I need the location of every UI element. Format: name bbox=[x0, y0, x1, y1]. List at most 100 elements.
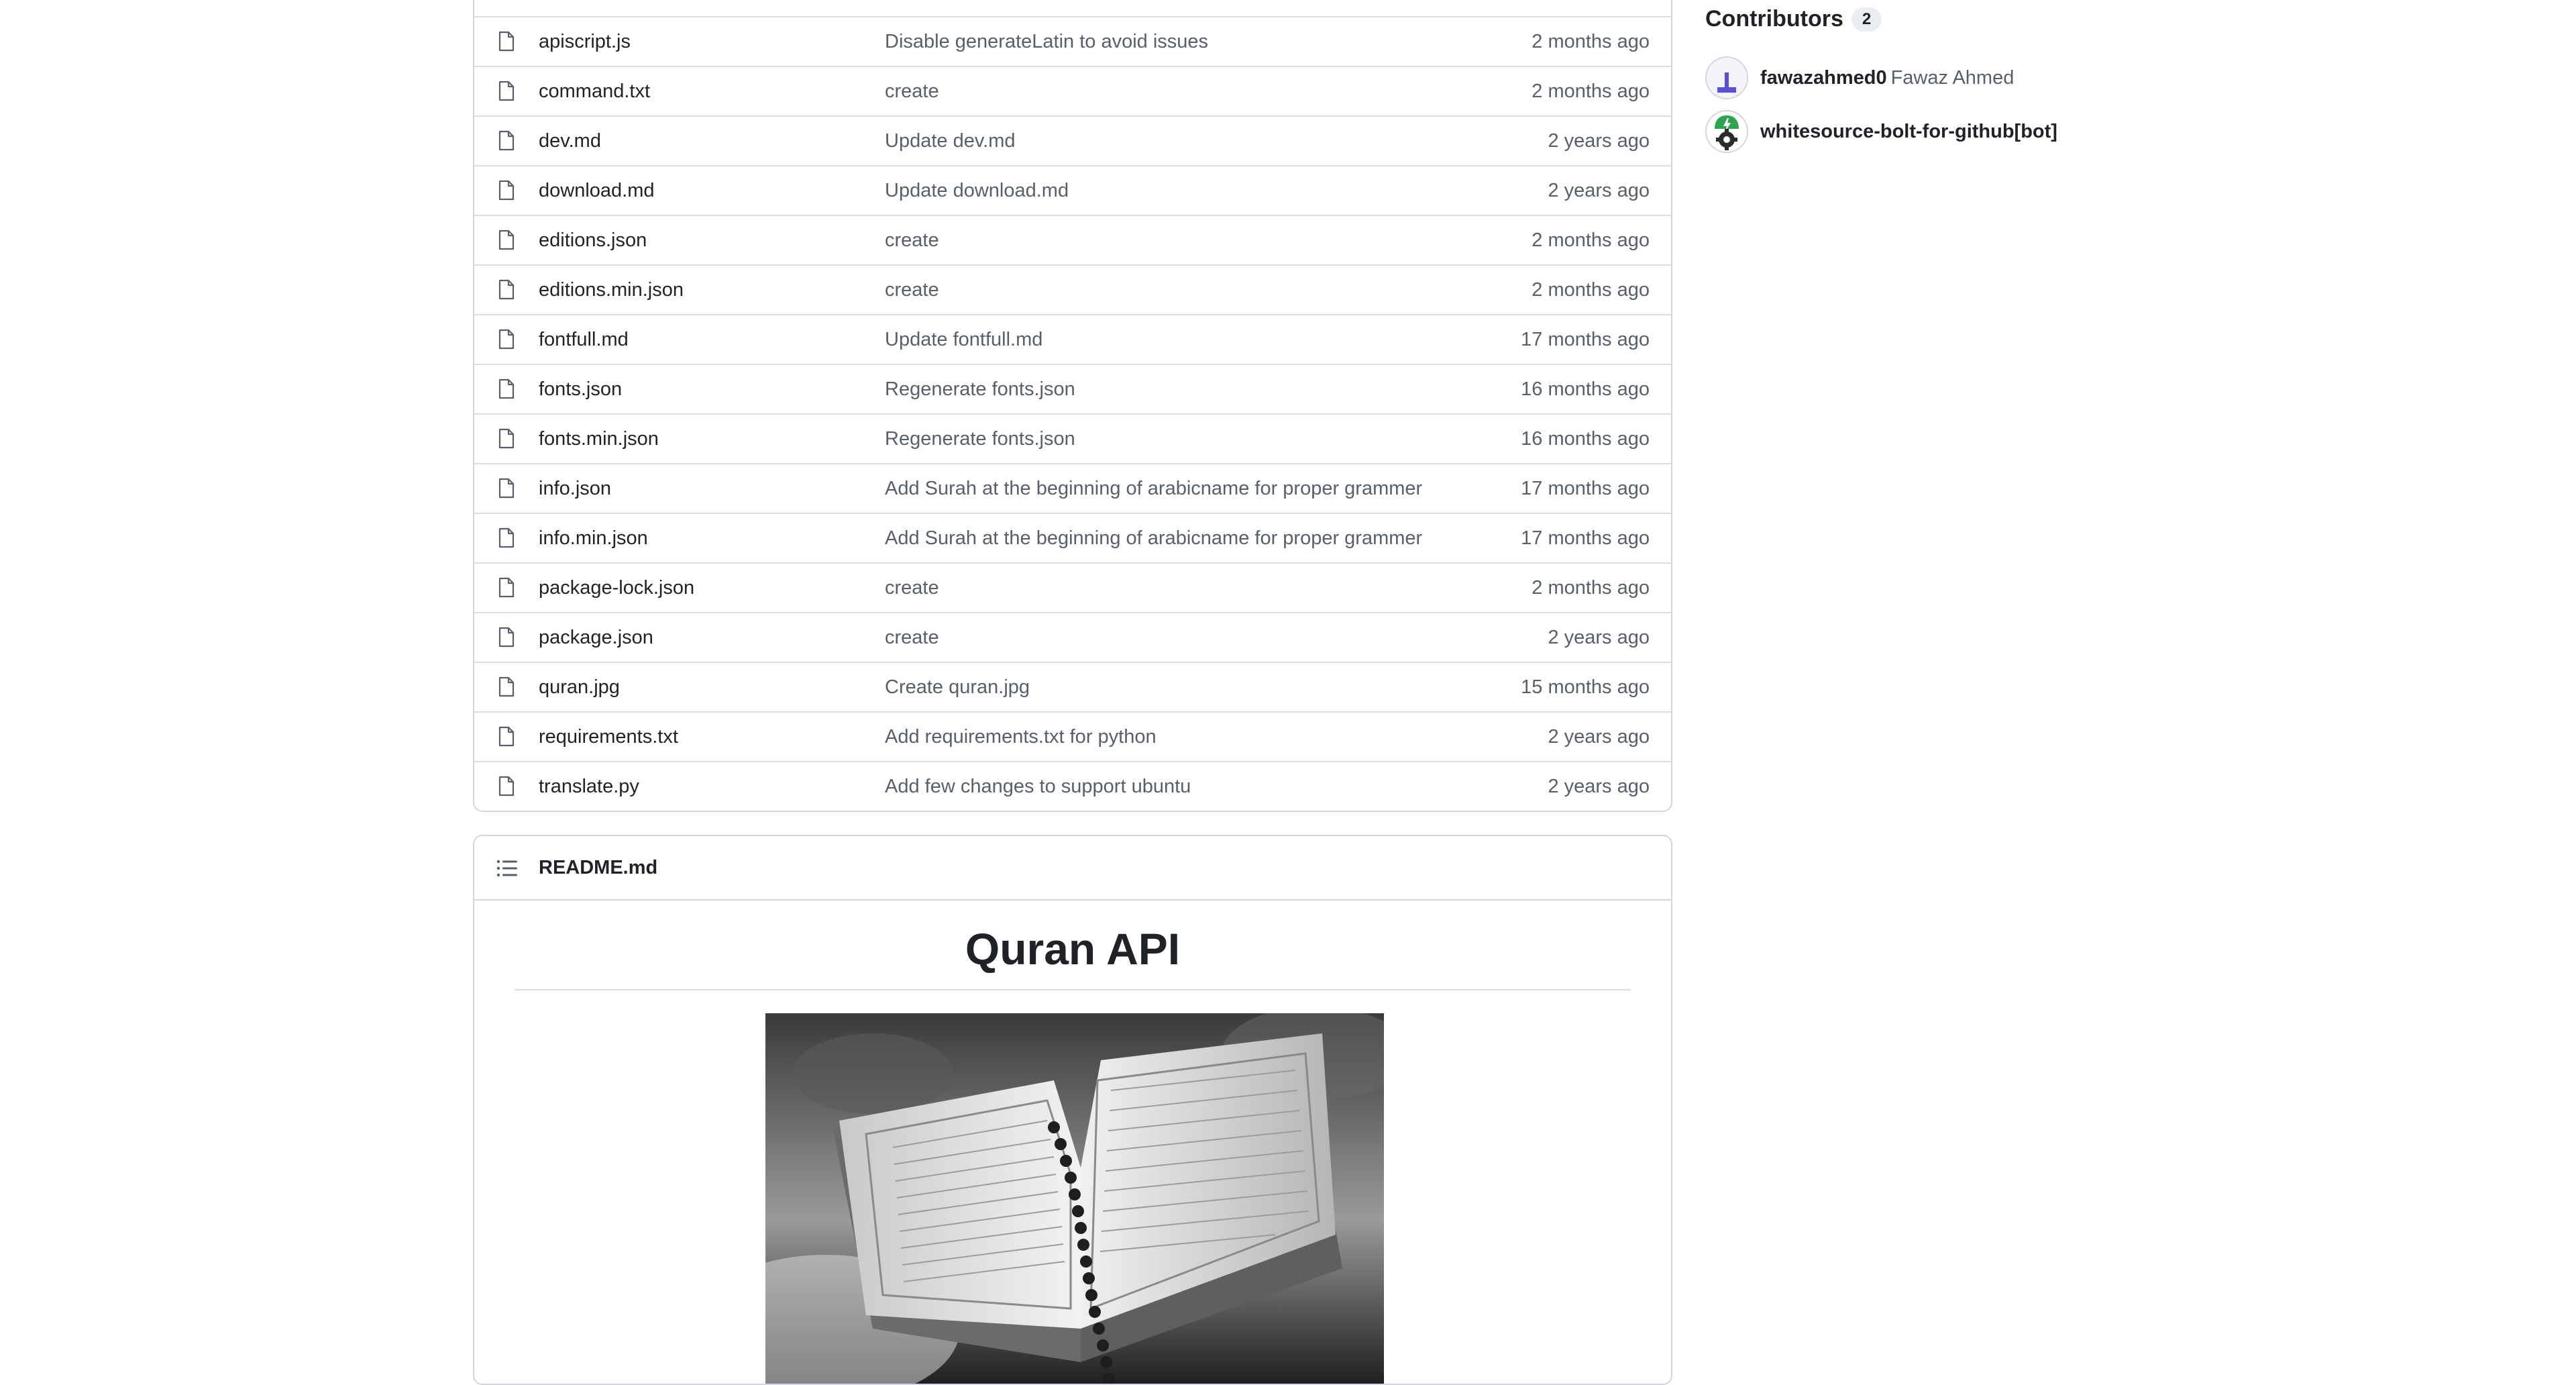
commit-message[interactable]: Regenerate fonts.json bbox=[885, 415, 1075, 463]
table-row[interactable]: info.json Add Surah at the beginning of a… bbox=[474, 463, 1671, 513]
file-list: apiscript.js Disable generateLatin to avo… bbox=[473, 0, 1672, 812]
file-icon bbox=[498, 627, 515, 648]
table-row[interactable]: fonts.json Regenerate fonts.json 16 months… bbox=[474, 364, 1671, 413]
file-name[interactable]: download.md bbox=[539, 166, 655, 215]
file-icon bbox=[498, 577, 515, 598]
commit-date: 16 months ago bbox=[1521, 378, 1650, 400]
table-row[interactable]: editions.min.json create 2 months ago bbox=[474, 264, 1671, 314]
file-icon bbox=[498, 527, 515, 548]
commit-date: 2 years ago bbox=[1548, 627, 1650, 648]
table-row[interactable]: package.json create 2 years ago bbox=[474, 612, 1671, 662]
commit-date: 2 years ago bbox=[1548, 776, 1650, 797]
file-icon bbox=[498, 180, 515, 201]
commit-message[interactable]: create bbox=[885, 613, 939, 662]
commit-message[interactable]: Update download.md bbox=[885, 166, 1069, 215]
file-icon bbox=[498, 329, 515, 350]
file-name[interactable]: requirements.txt bbox=[539, 713, 678, 761]
contributor-realname[interactable]: Fawaz Ahmed bbox=[1891, 67, 2015, 89]
commit-message[interactable]: Add Surah at the beginning of arabicname… bbox=[885, 464, 1422, 513]
table-row[interactable]: fontfull.md Update fontfull.md 17 months a… bbox=[474, 314, 1671, 364]
file-icon bbox=[498, 378, 515, 399]
commit-message[interactable]: Update fontfull.md bbox=[885, 315, 1042, 364]
avatar[interactable] bbox=[1705, 110, 1748, 153]
file-name[interactable]: dev.md bbox=[539, 117, 601, 165]
contributor-login[interactable]: whitesource-bolt-for-github[bot] bbox=[1760, 110, 2057, 153]
commit-date: 2 months ago bbox=[1532, 229, 1650, 251]
table-row[interactable]: quran.jpg Create quran.jpg 15 months ago bbox=[474, 662, 1671, 711]
contributors-title[interactable]: Contributors bbox=[1705, 6, 1843, 32]
avatar[interactable] bbox=[1705, 56, 1748, 99]
commit-date: 17 months ago bbox=[1521, 527, 1650, 549]
file-icon bbox=[498, 428, 515, 449]
table-row[interactable]: editions.json create 2 months ago bbox=[474, 215, 1671, 264]
readme-panel: README.md Quran API bbox=[473, 835, 1672, 1385]
commit-message[interactable]: Disable generateLatin to avoid issues bbox=[885, 17, 1208, 66]
commit-message[interactable]: Add Surah at the beginning of arabicname… bbox=[885, 514, 1422, 562]
commit-date: 2 years ago bbox=[1548, 130, 1650, 152]
table-row[interactable]: package-lock.json create 2 months ago bbox=[474, 562, 1671, 612]
quran-image bbox=[765, 1013, 1384, 1384]
table-row[interactable]: dev.md Update dev.md 2 years ago bbox=[474, 115, 1671, 165]
commit-date: 17 months ago bbox=[1521, 329, 1650, 350]
readme-header: README.md bbox=[474, 836, 1671, 901]
table-row[interactable]: info.min.json Add Surah at the beginning … bbox=[474, 513, 1671, 562]
readme-heading: Quran API bbox=[515, 917, 1631, 990]
commit-date: 16 months ago bbox=[1521, 428, 1650, 450]
bot-avatar-icon bbox=[1707, 111, 1747, 152]
file-name[interactable]: quran.jpg bbox=[539, 663, 620, 711]
commit-date: 2 years ago bbox=[1548, 726, 1650, 748]
file-name[interactable]: fonts.min.json bbox=[539, 415, 659, 463]
file-name[interactable]: package.json bbox=[539, 613, 653, 662]
file-icon bbox=[498, 130, 515, 151]
file-icon bbox=[498, 478, 515, 499]
commit-message[interactable]: create bbox=[885, 266, 939, 314]
file-name[interactable]: info.json bbox=[539, 464, 611, 513]
commit-message[interactable]: Add few changes to support ubuntu bbox=[885, 762, 1191, 811]
file-icon bbox=[498, 279, 515, 300]
table-row[interactable]: requirements.txt Add requirements.txt for… bbox=[474, 711, 1671, 761]
file-name[interactable]: editions.min.json bbox=[539, 266, 684, 314]
file-name[interactable]: fonts.json bbox=[539, 365, 622, 413]
file-name[interactable]: translate.py bbox=[539, 762, 639, 811]
commit-date: 2 months ago bbox=[1532, 577, 1650, 599]
file-name[interactable]: info.min.json bbox=[539, 514, 648, 562]
commit-date: 2 months ago bbox=[1532, 279, 1650, 301]
quran-photo bbox=[765, 1013, 1384, 1384]
commit-message[interactable]: create bbox=[885, 67, 939, 115]
file-icon bbox=[498, 31, 515, 52]
file-icon bbox=[498, 676, 515, 697]
file-icon bbox=[498, 229, 515, 250]
table-row-partial bbox=[474, 0, 1671, 16]
avatar-identicon bbox=[1707, 58, 1747, 98]
contributors-count: 2 bbox=[1851, 7, 1882, 32]
table-row[interactable]: fonts.min.json Regenerate fonts.json 16 mo… bbox=[474, 413, 1671, 463]
file-name[interactable]: command.txt bbox=[539, 67, 650, 115]
table-row[interactable]: translate.py Add few changes to support u… bbox=[474, 761, 1671, 811]
commit-message[interactable]: Regenerate fonts.json bbox=[885, 365, 1075, 413]
commit-message[interactable]: create bbox=[885, 216, 939, 264]
file-icon bbox=[498, 81, 515, 101]
commit-date: 15 months ago bbox=[1521, 676, 1650, 698]
table-row[interactable]: apiscript.js Disable generateLatin to avo… bbox=[474, 16, 1671, 66]
contributor-username[interactable]: whitesource-bolt-for-github[bot] bbox=[1760, 121, 2057, 142]
commit-message[interactable]: Update dev.md bbox=[885, 117, 1016, 165]
contributors-heading[interactable]: Contributors 2 bbox=[1705, 5, 1882, 32]
readme-filename[interactable]: README.md bbox=[539, 836, 657, 899]
commit-date: 2 months ago bbox=[1532, 81, 1650, 102]
contributor-login[interactable]: fawazahmed0 Fawaz Ahmed bbox=[1760, 56, 2014, 99]
commit-message[interactable]: create bbox=[885, 564, 939, 612]
contributor-username[interactable]: fawazahmed0 bbox=[1760, 67, 1887, 89]
commit-date: 2 months ago bbox=[1532, 31, 1650, 52]
table-row[interactable]: command.txt create 2 months ago bbox=[474, 66, 1671, 115]
commit-message[interactable]: Create quran.jpg bbox=[885, 663, 1030, 711]
file-name[interactable]: package-lock.json bbox=[539, 564, 694, 612]
commit-date: 17 months ago bbox=[1521, 478, 1650, 499]
file-name[interactable]: editions.json bbox=[539, 216, 647, 264]
table-row[interactable]: download.md Update download.md 2 years ago bbox=[474, 165, 1671, 215]
commit-message[interactable]: Add requirements.txt for python bbox=[885, 713, 1157, 761]
file-name[interactable]: fontfull.md bbox=[539, 315, 629, 364]
list-unordered-icon[interactable] bbox=[496, 860, 518, 877]
file-name[interactable]: apiscript.js bbox=[539, 17, 631, 66]
commit-date: 2 years ago bbox=[1548, 180, 1650, 201]
file-icon bbox=[498, 776, 515, 797]
